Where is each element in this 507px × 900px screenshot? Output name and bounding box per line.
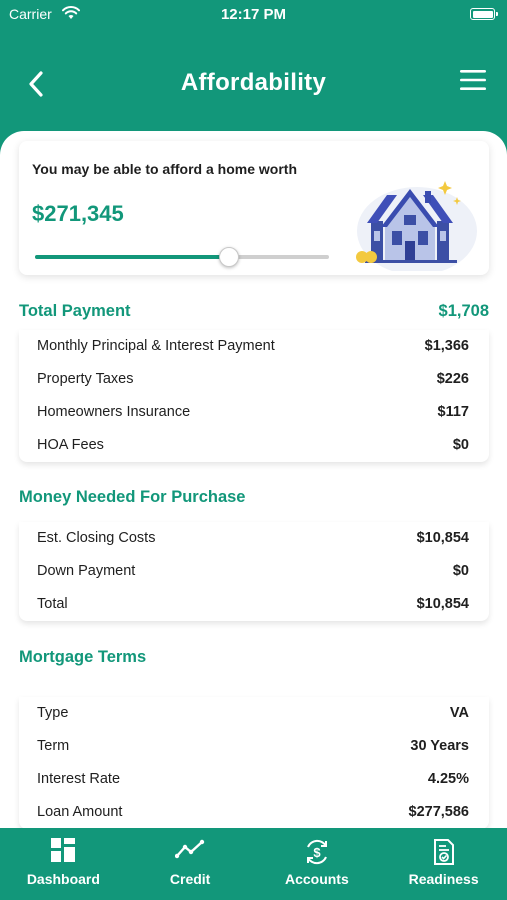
status-time: 12:17 PM [220,6,287,23]
svg-text:$: $ [313,845,321,860]
readiness-document-icon [433,839,454,865]
nav-bar: Affordability [0,55,507,115]
row-value: VA [449,705,469,721]
row-label: Interest Rate [37,771,121,787]
tab-label: Credit [169,871,211,887]
list-item: Homeowners Insurance $117 [19,396,489,429]
row-label: Monthly Principal & Interest Payment [37,338,275,354]
total-payment-header: Total Payment $1,708 [19,302,489,321]
money-needed-card: Est. Closing Costs $10,854 Down Payment … [19,522,489,621]
tab-dashboard[interactable]: Dashboard [0,828,127,900]
mortgage-terms-card: Type VA Term 30 Years Interest Rate 4.25… [19,697,489,828]
row-label: HOA Fees [37,437,104,453]
mortgage-terms-header: Mortgage Terms [19,648,489,667]
battery-icon [470,8,498,20]
money-needed-title: Money Needed For Purchase [19,488,246,506]
row-value: $10,854 [416,530,469,546]
tab-readiness[interactable]: Readiness [380,828,507,900]
mortgage-terms-title: Mortgage Terms [19,648,147,666]
list-item: Total $10,854 [19,588,489,621]
tab-label: Dashboard [26,871,100,887]
tab-label: Readiness [408,871,479,887]
row-value: $0 [452,563,469,579]
row-value: $226 [436,371,469,387]
house-illustration-icon [356,181,477,271]
list-item: Type VA [19,697,489,730]
slider-thumb[interactable] [219,247,240,267]
list-item: Loan Amount $277,586 [19,796,489,828]
row-value: $10,854 [416,596,469,612]
money-needed-header: Money Needed For Purchase [19,488,489,507]
tab-label: Accounts [284,871,349,887]
hamburger-menu-icon[interactable] [459,68,487,92]
row-label: Type [37,705,69,721]
affordable-amount: $271,345 [32,201,124,226]
row-value: 4.25% [427,771,469,787]
row-value: $0 [452,437,469,453]
row-value: 30 Years [410,738,469,754]
accounts-dollar-icon: $ [306,839,327,865]
affordability-card: You may be able to afford a home worth $… [19,141,489,275]
row-label: Homeowners Insurance [37,404,191,420]
row-value: $277,586 [408,804,469,820]
list-item: Monthly Principal & Interest Payment $1,… [19,330,489,363]
total-payment-card: Monthly Principal & Interest Payment $1,… [19,330,489,462]
tab-accounts[interactable]: $ Accounts [254,828,381,900]
list-item: Property Taxes $226 [19,363,489,396]
list-item: Est. Closing Costs $10,854 [19,522,489,555]
main-content[interactable]: You may be able to afford a home worth $… [0,131,507,828]
row-value: $1,366 [424,338,469,354]
row-label: Est. Closing Costs [37,530,156,546]
affordability-subtitle: You may be able to afford a home worth [32,161,297,177]
dashboard-icon [51,838,76,862]
credit-trend-icon [175,839,205,859]
list-item: Down Payment $0 [19,555,489,588]
row-label: Loan Amount [37,804,123,820]
row-label: Down Payment [37,563,136,579]
row-label: Total [37,596,68,612]
affordability-slider[interactable] [35,247,329,267]
tab-bar: Dashboard Credit $ Accounts Readiness [0,828,507,900]
total-payment-title: Total Payment [19,302,131,320]
list-item: HOA Fees $0 [19,429,489,462]
tab-credit[interactable]: Credit [127,828,254,900]
row-label: Property Taxes [37,371,134,387]
row-value: $117 [437,404,469,420]
slider-fill [35,255,230,259]
status-bar: Carrier 12:17 PM [0,0,507,30]
list-item: Interest Rate 4.25% [19,763,489,796]
page-title: Affordability [180,69,327,96]
list-item: Term 30 Years [19,730,489,763]
total-payment-amount: $1,708 [438,302,489,320]
row-label: Term [37,738,70,754]
